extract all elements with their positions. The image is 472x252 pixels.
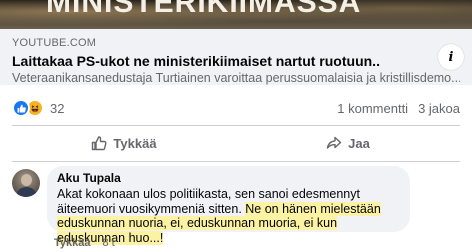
- comment-footer: Tykkää 8 t: [54, 236, 115, 250]
- link-preview-image[interactable]: MINISTERIKIIMASSA: [0, 0, 472, 29]
- avatar-head: [21, 174, 32, 186]
- avatar-body: [16, 187, 37, 197]
- commenter-avatar[interactable]: [12, 169, 40, 197]
- divider-top: [12, 125, 460, 126]
- comment-author[interactable]: Aku Tupala: [57, 171, 400, 185]
- link-title[interactable]: Laittakaa PS-ukot ne ministerikiimaiset …: [12, 53, 460, 70]
- post-stats: 32 1 kommentti 3 jakoa: [12, 95, 460, 121]
- link-description: Veteraanikansanedustaja Turtiainen varoi…: [12, 71, 460, 85]
- share-button[interactable]: Jaa: [236, 129, 460, 157]
- like-button[interactable]: Tykkää: [12, 129, 236, 157]
- thumbs-up-icon: [92, 136, 107, 151]
- engagement-counts: 1 kommentti 3 jakoa: [337, 101, 460, 116]
- link-preview-card[interactable]: YOUTUBE.COM Laittakaa PS-ukot ne ministe…: [0, 29, 472, 85]
- divider-bottom: [12, 161, 460, 162]
- info-icon: i: [448, 49, 454, 65]
- share-count[interactable]: 3 jakoa: [418, 101, 460, 116]
- like-button-label: Tykkää: [113, 135, 157, 151]
- reaction-summary[interactable]: 32: [12, 99, 64, 117]
- share-arrow-icon: [326, 136, 342, 149]
- share-button-label: Jaa: [348, 135, 370, 151]
- info-button[interactable]: i: [438, 44, 464, 70]
- comment-count[interactable]: 1 kommentti: [337, 101, 408, 116]
- comment-timestamp[interactable]: 8 t: [103, 237, 115, 249]
- preview-image-caption: MINISTERIKIIMASSA: [46, 0, 362, 19]
- reaction-count: 32: [50, 100, 65, 116]
- link-domain: YOUTUBE.COM: [12, 37, 97, 49]
- comment-bubble: Aku Tupala Akat kokonaan ulos politiikas…: [47, 166, 410, 245]
- post-actions: Tykkää Jaa: [12, 129, 460, 157]
- like-icon: [12, 99, 30, 117]
- comment-like-button[interactable]: Tykkää: [54, 237, 91, 249]
